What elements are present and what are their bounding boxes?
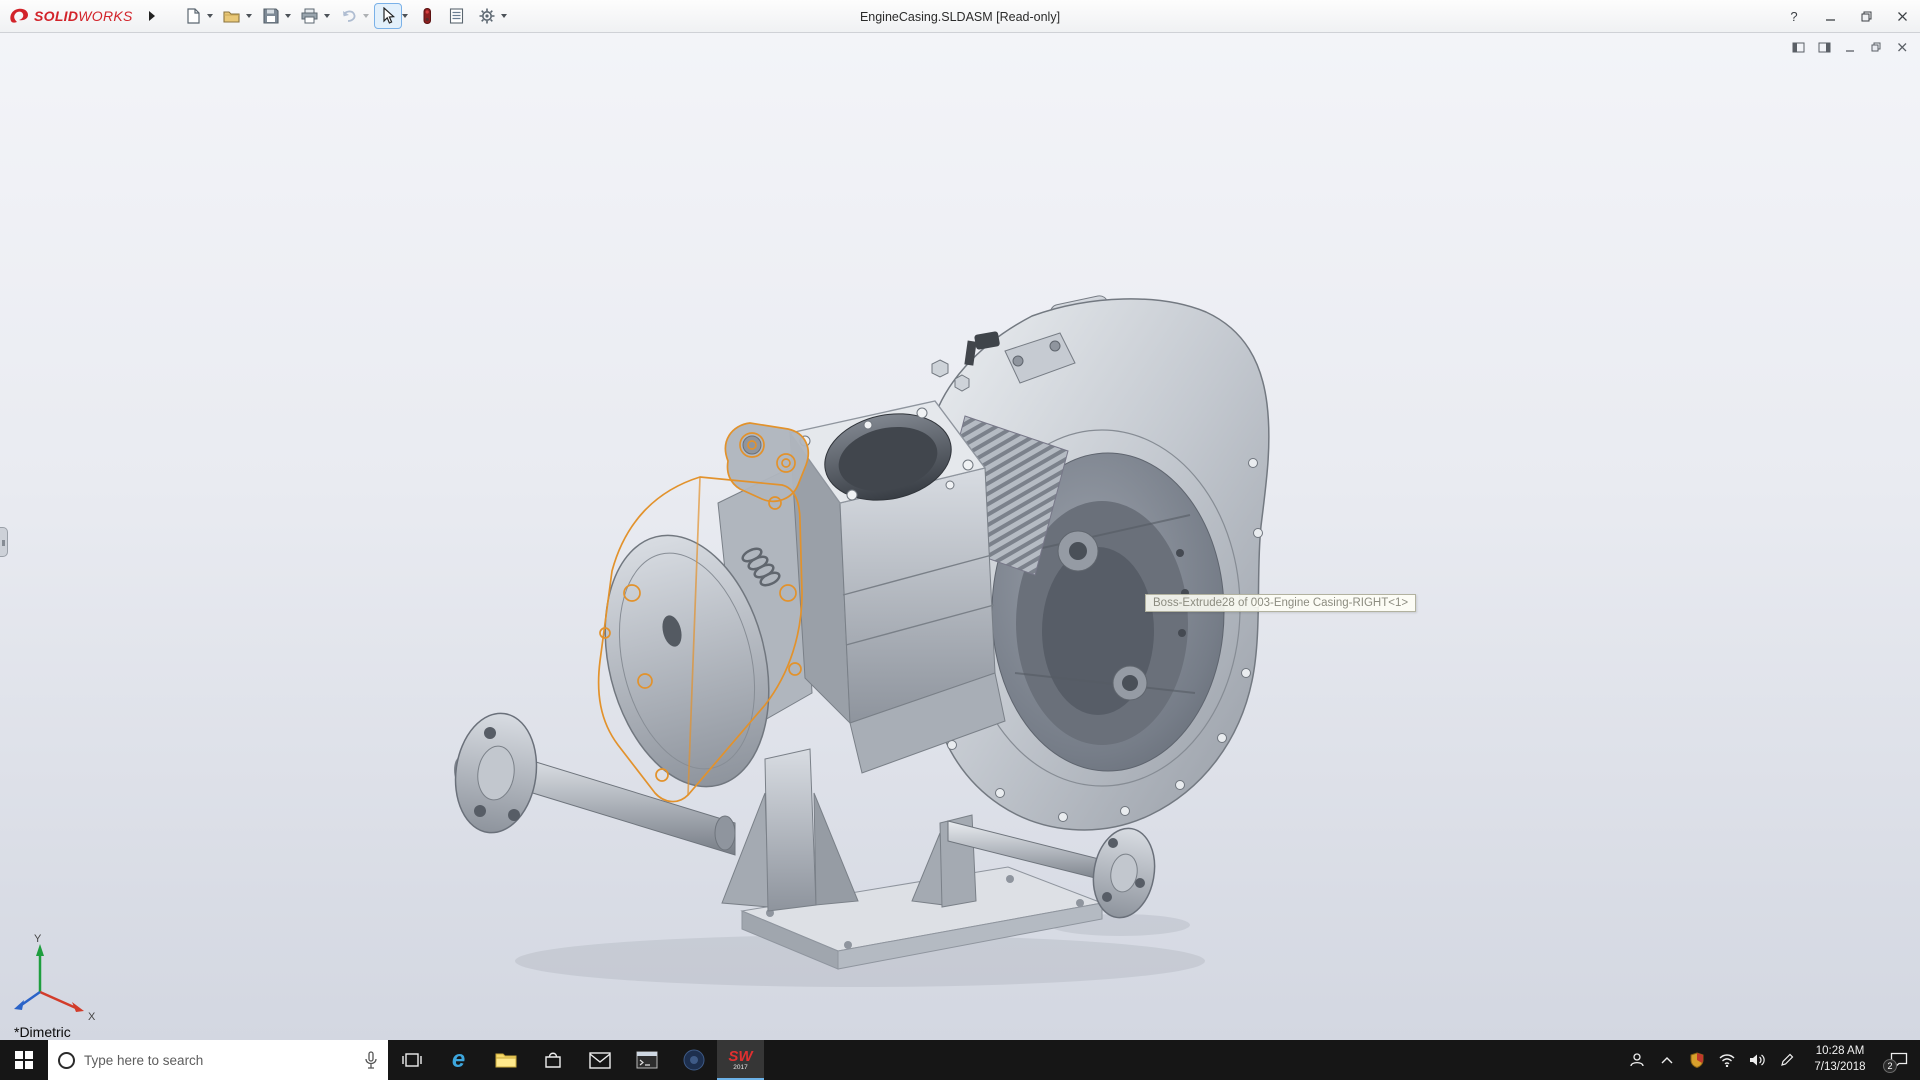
view-orientation-label: *Dimetric [14, 1024, 71, 1040]
options-button[interactable] [473, 2, 510, 30]
print-button[interactable] [296, 2, 333, 30]
windows-logo-icon [15, 1051, 33, 1069]
file-properties-button[interactable] [443, 2, 471, 30]
file-properties-icon [444, 4, 470, 28]
options-gear-icon [474, 4, 500, 28]
undo-button[interactable] [335, 2, 372, 30]
doc-restore-icon[interactable] [1868, 40, 1884, 54]
taskbar-app-store[interactable] [529, 1040, 576, 1080]
network-button[interactable] [1712, 1040, 1742, 1080]
system-tray: 10:28 AM 7/13/2018 2 [1622, 1040, 1920, 1080]
new-document-dropdown[interactable] [206, 4, 215, 28]
select-cursor-icon [375, 4, 401, 28]
save-button[interactable] [257, 2, 294, 30]
brand-text: SOLIDWORKS [34, 8, 133, 24]
terminal-icon [636, 1051, 658, 1069]
chevron-up-icon [1661, 1056, 1673, 1064]
new-document-button[interactable] [179, 2, 216, 30]
ds-logo-icon [8, 6, 30, 26]
triad-x-label: X [88, 1011, 96, 1023]
doc-pane-icon-1[interactable] [1790, 40, 1806, 54]
defender-button[interactable] [1682, 1040, 1712, 1080]
pen-icon [1780, 1053, 1794, 1067]
search-input[interactable] [84, 1053, 355, 1068]
select-dropdown[interactable] [401, 4, 410, 28]
help-button[interactable]: ? [1776, 0, 1812, 33]
print-dropdown[interactable] [323, 4, 332, 28]
cad-model-engine-casing[interactable] [0, 33, 1920, 1040]
cortana-icon [58, 1052, 75, 1069]
store-bag-icon [543, 1050, 563, 1070]
select-button[interactable] [374, 2, 411, 30]
pen-button[interactable] [1772, 1040, 1802, 1080]
network-wifi-icon [1719, 1054, 1735, 1067]
windows-taskbar: e [0, 1040, 1920, 1080]
defender-shield-icon [1690, 1052, 1704, 1068]
maximize-button[interactable] [1848, 0, 1884, 33]
microphone-icon[interactable] [364, 1051, 378, 1069]
solidworks-logo: SOLIDWORKS [0, 6, 143, 26]
taskbar-app-solidworks[interactable]: SW 2017 [717, 1040, 764, 1080]
doc-minimize-icon[interactable] [1842, 40, 1858, 54]
feature-tooltip: Boss-Extrude28 of 003-Engine Casing-RIGH… [1145, 594, 1416, 612]
document-title: EngineCasing.SLDASM [Read-only] [860, 0, 1060, 33]
panel-splitter-handle[interactable] [0, 527, 8, 557]
save-dropdown[interactable] [284, 4, 293, 28]
doc-close-icon[interactable] [1894, 40, 1910, 54]
doc-pane-icon-2[interactable] [1816, 40, 1832, 54]
open-document-dropdown[interactable] [245, 4, 254, 28]
dark-disc-app-icon [683, 1049, 705, 1071]
open-folder-icon [219, 4, 245, 28]
task-view-button[interactable] [388, 1040, 435, 1080]
volume-icon [1749, 1053, 1765, 1067]
rebuild-button[interactable] [413, 2, 441, 30]
document-window-controls [1790, 40, 1910, 54]
solidworks-window: SOLIDWORKS [0, 0, 1920, 1080]
taskbar-app-file-explorer[interactable] [482, 1040, 529, 1080]
people-icon [1629, 1052, 1645, 1068]
taskbar-search[interactable] [48, 1040, 388, 1080]
triad-y-label: Y [34, 933, 42, 945]
volume-button[interactable] [1742, 1040, 1772, 1080]
taskbar-clock[interactable]: 10:28 AM 7/13/2018 [1802, 1044, 1878, 1075]
rebuild-icon [414, 4, 440, 28]
task-view-icon [402, 1051, 422, 1069]
graphics-area: Boss-Extrude28 of 003-Engine Casing-RIGH… [0, 33, 1920, 1040]
notification-badge: 2 [1883, 1059, 1897, 1073]
mail-envelope-icon [589, 1052, 611, 1069]
show-hidden-icons-button[interactable] [1652, 1040, 1682, 1080]
people-button[interactable] [1622, 1040, 1652, 1080]
undo-dropdown[interactable] [362, 4, 371, 28]
taskbar-app-terminal[interactable] [623, 1040, 670, 1080]
open-document-button[interactable] [218, 2, 255, 30]
start-button[interactable] [0, 1040, 48, 1080]
minimize-button[interactable] [1812, 0, 1848, 33]
options-dropdown[interactable] [500, 4, 509, 28]
solidworks-app-icon: SW 2017 [728, 1049, 752, 1072]
undo-icon [336, 4, 362, 28]
taskbar-app-edge[interactable]: e [435, 1040, 482, 1080]
action-center-button[interactable]: 2 [1878, 1040, 1920, 1080]
print-icon [297, 4, 323, 28]
main-toolbar [179, 2, 510, 30]
edge-icon: e [452, 1048, 465, 1072]
file-explorer-icon [494, 1050, 518, 1070]
titlebar: SOLIDWORKS [0, 0, 1920, 33]
clock-date: 7/13/2018 [1802, 1060, 1878, 1076]
window-controls: ? [1776, 0, 1920, 33]
taskbar-app-media[interactable] [670, 1040, 717, 1080]
clock-time: 10:28 AM [1802, 1044, 1878, 1060]
new-document-icon [180, 4, 206, 28]
taskbar-app-mail[interactable] [576, 1040, 623, 1080]
save-icon [258, 4, 284, 28]
reference-triad-icon: Y X [10, 932, 102, 1024]
close-button[interactable] [1884, 0, 1920, 33]
menu-flyout-arrow[interactable] [143, 4, 161, 28]
